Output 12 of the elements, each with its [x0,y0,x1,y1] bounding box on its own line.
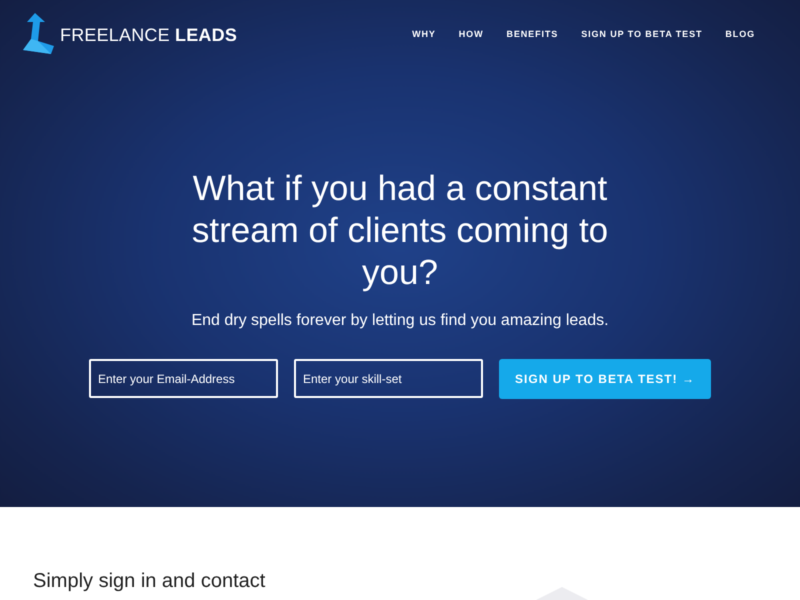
arrow-logo-icon [21,13,55,54]
nav-link[interactable]: HOW [458,28,484,38]
hero-heading: What if you had a constant stream of clients coming to you? [190,168,610,294]
input-field[interactable]: Enter your skill-set [294,359,483,398]
logo-text: FREELANCE LEADS [60,25,238,46]
section-heading: Simply sign in and contact [33,570,266,593]
nav-link[interactable]: WHY [412,28,436,38]
nav-link[interactable]: BLOG [725,28,755,38]
hero-subheading: End dry spells forever by letting us find you amazing leads. [191,312,609,330]
nav-link[interactable]: SIGN UP TO BETA TEST [581,28,702,38]
input-field[interactable]: Enter your Email-Address [89,359,278,398]
nav-link[interactable]: BENEFITS [506,28,558,38]
